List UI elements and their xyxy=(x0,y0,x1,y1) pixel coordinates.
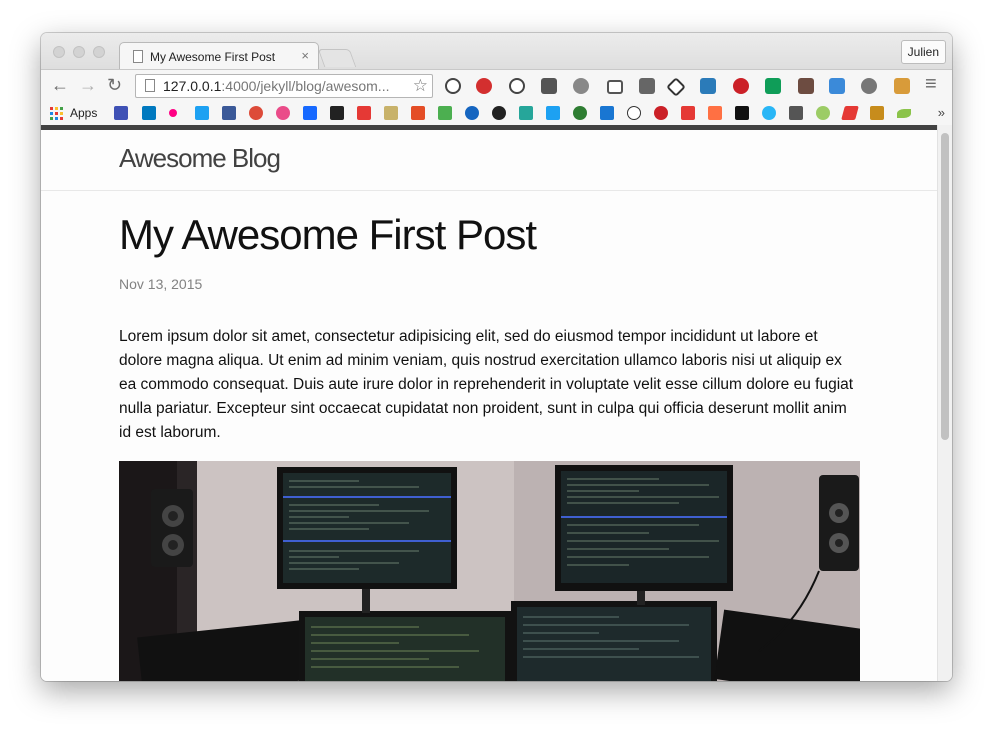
back-button[interactable]: ← xyxy=(51,76,69,94)
bookmarks-overflow-icon[interactable]: » xyxy=(938,105,945,120)
a-bookmark-icon[interactable] xyxy=(735,106,749,120)
scrollbar-thumb[interactable] xyxy=(941,133,949,440)
twitter-bookmark-icon-2[interactable] xyxy=(546,106,560,120)
apps-bookmark[interactable]: Apps xyxy=(70,106,97,120)
chart-bookmark-icon[interactable] xyxy=(438,106,452,120)
bookmark-star-icon[interactable]: ☆ xyxy=(413,76,428,96)
new-tab-button[interactable] xyxy=(317,49,357,67)
stop-extension-icon[interactable] xyxy=(509,78,525,94)
signpost-icon[interactable] xyxy=(894,78,910,94)
toolbar: ← → ↻ 127.0.0.1:4000/jekyll/blog/awesom.… xyxy=(41,69,952,102)
post-image xyxy=(119,461,860,681)
pen-extension-icon[interactable] xyxy=(639,78,655,94)
zoom-window-button[interactable] xyxy=(93,46,105,58)
blue-circle-bookmark-icon[interactable] xyxy=(762,106,776,120)
g-bookmark-icon[interactable] xyxy=(384,106,398,120)
camera-extension-icon[interactable] xyxy=(798,78,814,94)
adblock-icon[interactable] xyxy=(476,78,492,94)
flickr-bookmark-icon[interactable] xyxy=(169,109,177,117)
cast-icon[interactable] xyxy=(607,80,623,94)
html5-bookmark-icon[interactable] xyxy=(411,106,425,120)
page-scrollbar[interactable] xyxy=(937,125,952,681)
tab-strip: My Awesome First Post × Julien xyxy=(41,33,952,70)
t-bookmark-icon[interactable] xyxy=(357,106,371,120)
panda-bookmark-icon[interactable] xyxy=(627,106,641,120)
film-extension-icon[interactable] xyxy=(573,78,589,94)
plus-bookmark-icon[interactable] xyxy=(708,106,722,120)
google-plus-bookmark-icon[interactable] xyxy=(249,106,263,120)
bookmarks-bar: Apps » xyxy=(41,101,952,126)
facebook-bookmark-icon[interactable] xyxy=(222,106,236,120)
layers-bookmark-icon[interactable] xyxy=(789,106,803,120)
page-viewport: Awesome Blog My Awesome First Post Nov 1… xyxy=(41,125,937,681)
pinterest-icon[interactable] xyxy=(733,78,749,94)
tab-active[interactable]: My Awesome First Post × xyxy=(119,42,319,70)
forward-button[interactable]: → xyxy=(79,76,97,94)
green-face-bookmark-icon[interactable] xyxy=(816,106,830,120)
cloud-upload-icon[interactable] xyxy=(861,78,877,94)
tab-close-icon[interactable]: × xyxy=(301,48,309,63)
diamond-extension-icon[interactable] xyxy=(666,77,686,97)
site-header: Awesome Blog xyxy=(41,130,937,191)
f-bookmark-icon[interactable] xyxy=(841,106,859,120)
leaf-green-bookmark-icon[interactable] xyxy=(897,109,911,118)
s-extension-icon[interactable] xyxy=(700,78,716,94)
post-title: My Awesome First Post xyxy=(119,211,537,258)
post-date: Nov 13, 2015 xyxy=(119,276,203,292)
url-path: :4000/jekyll/blog/awesom... xyxy=(221,78,390,94)
tab-title: My Awesome First Post xyxy=(150,50,276,64)
address-bar[interactable]: 127.0.0.1:4000/jekyll/blog/awesom... ☆ xyxy=(135,74,433,98)
url-host: 127.0.0.1 xyxy=(163,78,222,94)
profile-button[interactable]: Julien xyxy=(900,40,946,64)
leaf-bookmark-icon[interactable] xyxy=(573,106,587,120)
info-extension-icon[interactable] xyxy=(445,78,461,94)
box-extension-icon[interactable] xyxy=(829,78,845,94)
page-icon xyxy=(145,79,155,92)
dribbble-bookmark-icon[interactable] xyxy=(276,106,290,120)
gear-bookmark-icon[interactable] xyxy=(492,106,506,120)
gmail-bookmark-icon[interactable] xyxy=(114,106,128,120)
apps-grid-icon[interactable] xyxy=(50,107,63,120)
page-icon xyxy=(133,50,143,63)
post-body: Lorem ipsum dolor sit amet, consectetur … xyxy=(119,328,854,441)
s-bookmark-icon[interactable] xyxy=(681,106,695,120)
menu-icon[interactable]: ≡ xyxy=(925,74,937,94)
trello-bookmark-icon[interactable] xyxy=(142,106,156,120)
teal-bookmark-icon[interactable] xyxy=(519,106,533,120)
drop-bookmark-icon[interactable] xyxy=(465,106,479,120)
browser-window: My Awesome First Post × Julien ← → ↻ 127… xyxy=(41,33,952,681)
url-text: 127.0.0.1:4000/jekyll/blog/awesom... xyxy=(163,78,389,94)
recycle-extension-icon[interactable] xyxy=(541,78,557,94)
twitter-bookmark-icon[interactable] xyxy=(195,106,209,120)
pinterest-bookmark-icon[interactable] xyxy=(654,106,668,120)
behance-bookmark-icon[interactable] xyxy=(303,106,317,120)
google-drive-icon[interactable] xyxy=(765,78,781,94)
asterisk-bookmark-icon[interactable] xyxy=(870,106,884,120)
close-window-button[interactable] xyxy=(53,46,65,58)
minimize-window-button[interactable] xyxy=(73,46,85,58)
l-bookmark-icon[interactable] xyxy=(600,106,614,120)
dark-bookmark-icon[interactable] xyxy=(330,106,344,120)
reload-button[interactable]: ↻ xyxy=(107,76,122,94)
site-title[interactable]: Awesome Blog xyxy=(119,143,281,174)
